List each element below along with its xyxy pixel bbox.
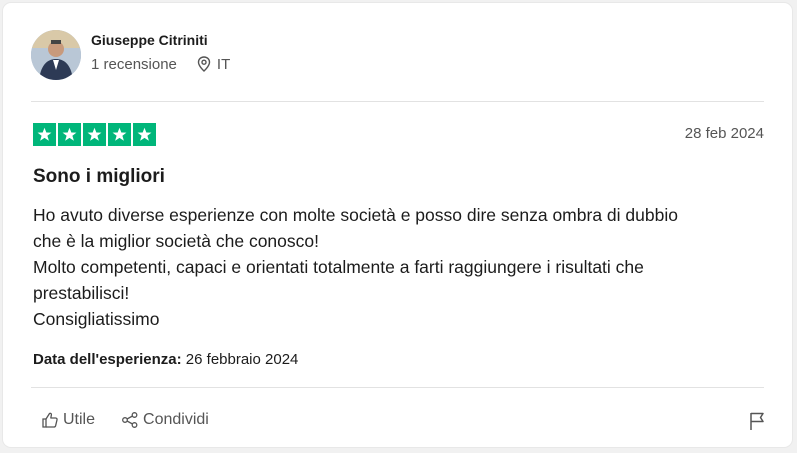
review-title: Sono i migliori bbox=[33, 166, 165, 187]
reviewer-meta: 1 recensione IT bbox=[91, 56, 230, 73]
star-rating bbox=[33, 123, 156, 146]
review-card: Giuseppe Citriniti 1 recensione IT 28 fe… bbox=[3, 3, 792, 447]
useful-button[interactable]: Utile bbox=[41, 411, 95, 429]
avatar[interactable] bbox=[31, 30, 81, 80]
useful-label: Utile bbox=[63, 411, 96, 428]
reviewer-info: Giuseppe Citriniti 1 recensione IT bbox=[91, 32, 230, 73]
report-button[interactable] bbox=[748, 411, 766, 436]
star-icon bbox=[58, 123, 81, 146]
divider bbox=[31, 101, 764, 102]
star-icon bbox=[133, 123, 156, 146]
country-code: IT bbox=[216, 55, 231, 73]
divider bbox=[31, 387, 764, 388]
review-body-line: Consigliatissimo bbox=[33, 309, 160, 329]
star-icon bbox=[83, 123, 106, 146]
review-body: Ho avuto diverse esperienze con molte so… bbox=[33, 202, 773, 332]
review-actions: Utile Condividi bbox=[41, 411, 209, 429]
share-label: Condividi bbox=[143, 411, 209, 428]
review-body-line: prestabilisci! bbox=[33, 283, 130, 303]
review-body-line: Ho avuto diverse esperienze con molte so… bbox=[33, 205, 678, 225]
review-body-line: che è la miglior società che conosco! bbox=[33, 231, 319, 251]
share-icon bbox=[122, 412, 138, 428]
review-body-line: Molto competenti, capaci e orientati tot… bbox=[33, 257, 644, 277]
star-icon bbox=[108, 123, 131, 146]
reviewer-header: Giuseppe Citriniti 1 recensione IT bbox=[31, 30, 230, 80]
share-button[interactable]: Condividi bbox=[121, 411, 209, 429]
reviews-count: 1 recensione bbox=[91, 55, 177, 73]
star-icon bbox=[33, 123, 56, 146]
experience-label: Data dell'esperienza: bbox=[33, 351, 182, 368]
experience-value: 26 febbraio 2024 bbox=[185, 351, 299, 368]
location-pin-icon bbox=[197, 56, 211, 72]
reviewer-name[interactable]: Giuseppe Citriniti bbox=[91, 32, 230, 48]
thumbs-up-icon bbox=[42, 412, 58, 428]
review-date: 28 feb 2024 bbox=[684, 125, 764, 142]
experience-date: Data dell'esperienza: 26 febbraio 2024 bbox=[33, 351, 298, 368]
flag-icon bbox=[750, 412, 764, 430]
reviewer-location: IT bbox=[197, 56, 230, 73]
